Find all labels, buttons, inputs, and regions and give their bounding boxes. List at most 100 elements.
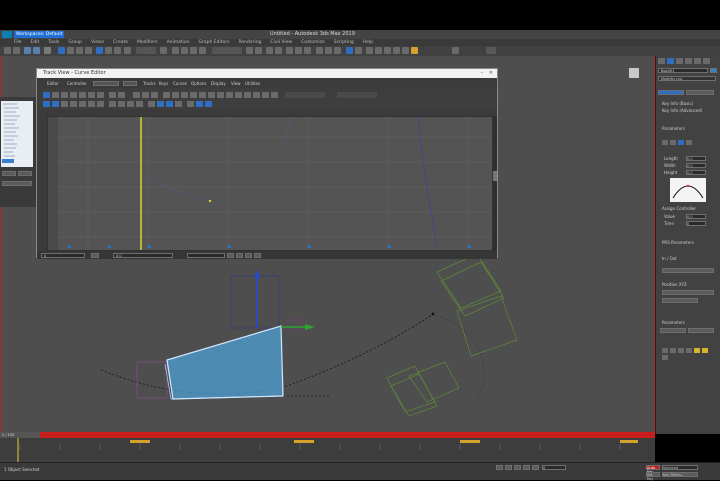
ce-value-field[interactable]: 0.0 bbox=[113, 253, 173, 258]
ce-menu-utilities[interactable]: Utilities bbox=[245, 81, 260, 86]
grid-icon[interactable] bbox=[355, 47, 362, 54]
key-tool-6[interactable] bbox=[702, 348, 708, 353]
curve-editor-title-bar[interactable]: Track View - Curve Editor – ✕ bbox=[37, 69, 497, 78]
menu-civil-view[interactable]: Civil View bbox=[270, 40, 292, 45]
rectangular-selection-icon[interactable] bbox=[76, 47, 83, 54]
hierarchy-tab-icon[interactable] bbox=[676, 58, 683, 64]
view-cube-icon[interactable] bbox=[346, 47, 353, 54]
percent-snap-icon[interactable] bbox=[190, 47, 197, 54]
object-paint-icon[interactable] bbox=[393, 47, 400, 54]
parameters-2-button-right[interactable] bbox=[688, 328, 714, 333]
menu-modifiers[interactable]: Modifiers bbox=[137, 40, 158, 45]
rotate-icon[interactable] bbox=[105, 47, 112, 54]
menu-edit[interactable]: Edit bbox=[31, 40, 40, 45]
modify-tab-icon[interactable] bbox=[667, 58, 674, 64]
menu-animation[interactable]: Animation bbox=[167, 40, 190, 45]
menu-views[interactable]: Views bbox=[91, 40, 104, 45]
ce-zoom-region-icon[interactable] bbox=[254, 253, 261, 258]
key-selection-row[interactable] bbox=[662, 268, 714, 273]
redo-icon[interactable] bbox=[13, 47, 20, 54]
render-setup-icon[interactable] bbox=[316, 47, 323, 54]
material-editor-icon[interactable] bbox=[304, 47, 311, 54]
view-cube[interactable] bbox=[629, 68, 639, 78]
schematic-view-icon[interactable] bbox=[295, 47, 302, 54]
spinner-snap-icon[interactable] bbox=[199, 47, 206, 54]
selected-dropdown[interactable]: Selected bbox=[662, 465, 698, 470]
ce-view-dropdown[interactable] bbox=[93, 81, 119, 86]
function-curve-graph[interactable] bbox=[47, 116, 493, 251]
ce-menu-display[interactable]: Display bbox=[211, 81, 226, 86]
track-bar[interactable] bbox=[0, 438, 655, 462]
workspace-button[interactable] bbox=[486, 47, 496, 54]
isolate-icon[interactable] bbox=[366, 47, 373, 54]
trajectories-button[interactable] bbox=[686, 90, 714, 95]
go-to-end-icon[interactable] bbox=[532, 465, 539, 470]
placement-icon[interactable] bbox=[124, 47, 131, 54]
tangent-button-4[interactable] bbox=[686, 140, 692, 145]
select-object-icon[interactable] bbox=[58, 47, 65, 54]
undo-icon[interactable] bbox=[4, 47, 11, 54]
rollout-prs-parameters[interactable]: PRS Parameters bbox=[662, 240, 694, 245]
panel-button-1[interactable] bbox=[2, 171, 16, 176]
rollout-parameters[interactable]: Parameters bbox=[662, 126, 685, 131]
tangent-button-2[interactable] bbox=[670, 140, 676, 145]
modifier-list-dropdown[interactable]: Modifier List bbox=[658, 76, 716, 81]
menu-graph-editors[interactable]: Graph Editors bbox=[199, 40, 230, 45]
next-frame-icon[interactable] bbox=[523, 465, 530, 470]
menu-scripting[interactable]: Scripting bbox=[334, 40, 354, 45]
go-to-start-icon[interactable] bbox=[496, 465, 503, 470]
link-icon[interactable] bbox=[24, 47, 31, 54]
track-hierarchy-list[interactable] bbox=[1, 101, 33, 167]
rollout-key-info-basic[interactable]: Key Info (Basic) bbox=[662, 101, 693, 106]
window-crossing-icon[interactable] bbox=[85, 47, 92, 54]
help-icon[interactable] bbox=[452, 47, 459, 54]
key-tool-3[interactable] bbox=[678, 348, 684, 353]
graph-vertical-scrollbar[interactable] bbox=[493, 116, 497, 251]
mirror-icon[interactable] bbox=[246, 47, 253, 54]
create-tab-icon[interactable] bbox=[658, 58, 665, 64]
rollout-parameters-2[interactable]: Parameters bbox=[662, 320, 685, 325]
dialog-minimize-icon[interactable]: – bbox=[481, 70, 484, 76]
position-xyz-row[interactable] bbox=[662, 290, 714, 295]
current-frame-field[interactable]: 0 bbox=[542, 465, 566, 470]
key-tool-2[interactable] bbox=[670, 348, 676, 353]
unlink-icon[interactable] bbox=[33, 47, 40, 54]
key-filters-button[interactable]: Key Filters... bbox=[662, 472, 698, 477]
workspaces-selector[interactable]: Workspaces: Default bbox=[14, 31, 64, 38]
tangent-button-3[interactable] bbox=[678, 140, 684, 145]
ce-menu-curves[interactable]: Curves bbox=[173, 81, 187, 86]
set-key-button[interactable]: Set Key bbox=[646, 472, 660, 481]
menu-group[interactable]: Group bbox=[68, 40, 82, 45]
populate-icon[interactable] bbox=[402, 47, 409, 54]
ce-menu-keys[interactable]: Keys bbox=[159, 81, 168, 86]
ce-frame-field[interactable]: 0 bbox=[41, 253, 85, 258]
panel-button-2[interactable] bbox=[18, 171, 32, 176]
utilities-tab-icon[interactable] bbox=[703, 58, 710, 64]
menu-create[interactable]: Create bbox=[113, 40, 128, 45]
motion-tab-icon[interactable] bbox=[685, 58, 692, 64]
key-tool-1[interactable] bbox=[662, 348, 668, 353]
parameters-2-button-left[interactable] bbox=[660, 328, 686, 333]
render-production-icon[interactable] bbox=[334, 47, 341, 54]
parameters-button[interactable] bbox=[658, 90, 684, 95]
menu-help[interactable]: Help bbox=[363, 40, 373, 45]
position-xyz-row-2[interactable] bbox=[662, 298, 698, 303]
ce-menu-options[interactable]: Options bbox=[191, 81, 206, 86]
menu-customize[interactable]: Customize bbox=[301, 40, 325, 45]
ce-stats-field[interactable] bbox=[187, 253, 225, 258]
key-tool-7[interactable] bbox=[662, 355, 668, 360]
field-value-time[interactable]: 0 bbox=[686, 221, 706, 226]
move-icon[interactable] bbox=[96, 47, 103, 54]
object-name-field[interactable]: Box001 bbox=[658, 68, 708, 73]
key-tool-5[interactable] bbox=[694, 348, 700, 353]
auto-key-button[interactable]: Auto Key bbox=[646, 465, 660, 474]
object-color-swatch[interactable] bbox=[710, 68, 717, 73]
rollout-assign-controller[interactable]: Assign Controller bbox=[662, 206, 696, 211]
panel-button-3[interactable] bbox=[2, 181, 32, 186]
previous-frame-icon[interactable] bbox=[505, 465, 512, 470]
field-value-width[interactable]: 0.0 bbox=[686, 163, 706, 168]
rendered-frame-window-icon[interactable] bbox=[325, 47, 332, 54]
menu-rendering[interactable]: Rendering bbox=[238, 40, 261, 45]
tangent-button-1[interactable] bbox=[662, 140, 668, 145]
field-value-value[interactable]: 0.0 bbox=[686, 214, 706, 219]
